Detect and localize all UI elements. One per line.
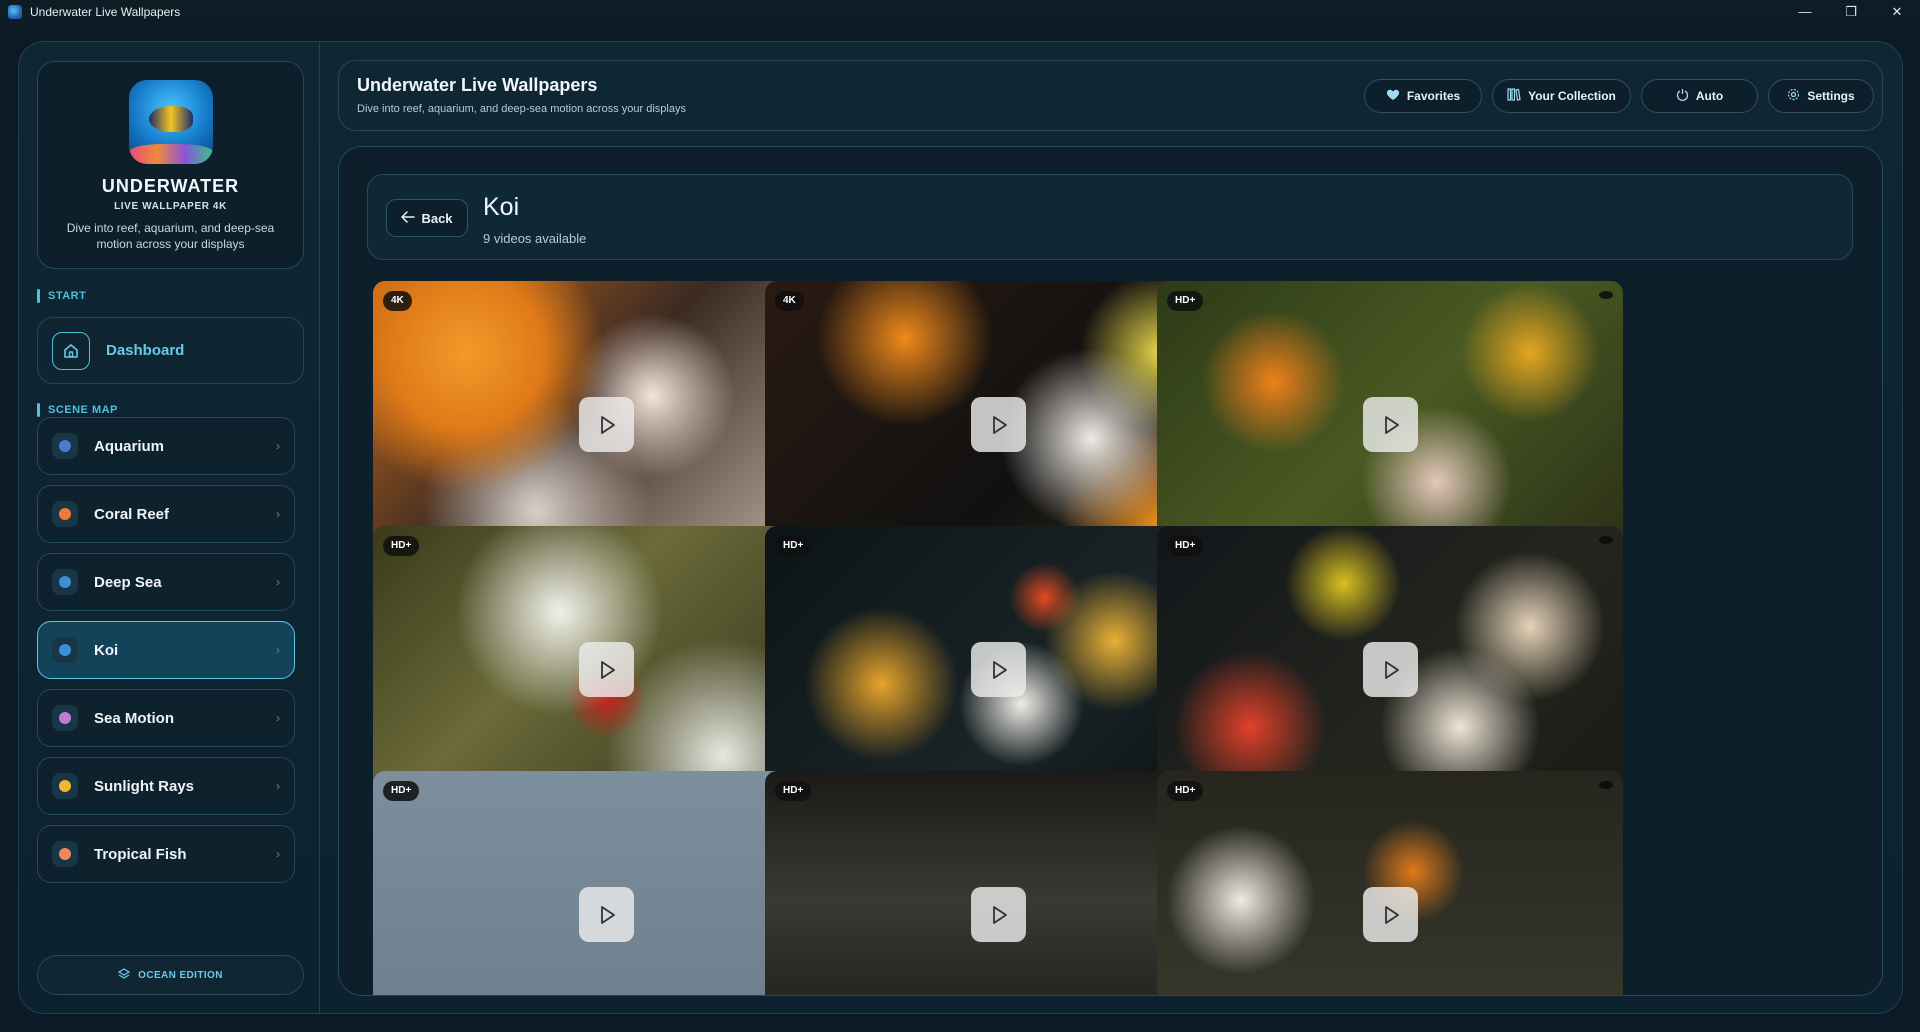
gear-icon — [1787, 88, 1800, 104]
sidebar-item-sunlight-rays[interactable]: Sunlight Rays › — [37, 757, 295, 815]
video-tile[interactable]: HD+ — [1157, 771, 1623, 995]
restore-icon[interactable]: ❐ — [1828, 0, 1874, 23]
deep-sea-icon — [52, 569, 78, 595]
play-icon[interactable] — [1363, 397, 1418, 452]
chevron-right-icon: › — [276, 643, 280, 657]
play-icon[interactable] — [579, 642, 634, 697]
quality-badge: HD+ — [383, 536, 420, 556]
settings-label: Settings — [1807, 89, 1855, 103]
sun-icon — [52, 773, 78, 799]
header-title: Underwater Live Wallpapers — [357, 75, 598, 95]
sidebar-item-label: Aquarium — [94, 437, 165, 455]
chevron-right-icon: › — [276, 439, 280, 453]
video-grid: 4K 4K HD+ HD+ HD+ HD+ HD+ HD+ HD+ — [373, 281, 1813, 995]
play-icon[interactable] — [1363, 642, 1418, 697]
play-icon[interactable] — [1363, 887, 1418, 942]
indicator-dot — [1599, 781, 1613, 789]
edition-label: OCEAN EDITION — [138, 969, 223, 981]
coral-icon — [52, 501, 78, 527]
quality-badge: 4K — [383, 291, 412, 311]
your-collection-button[interactable]: Your Collection — [1492, 79, 1631, 113]
logo-reef — [128, 144, 213, 164]
video-tile[interactable]: HD+ — [1157, 281, 1623, 568]
auto-label: Auto — [1695, 89, 1724, 103]
home-icon — [52, 331, 90, 370]
play-icon[interactable] — [971, 887, 1026, 942]
brand-card: UNDERWATER LIVE WALLPAPER 4K Dive into r… — [37, 61, 304, 269]
quality-badge: HD+ — [383, 781, 420, 801]
chevron-right-icon: › — [276, 507, 280, 521]
title-bar: Underwater Live Wallpapers — ❐ ✕ — [0, 0, 1920, 23]
play-icon[interactable] — [971, 397, 1026, 452]
quality-badge: HD+ — [775, 781, 812, 801]
dashboard-button[interactable]: Dashboard — [37, 317, 304, 384]
quality-badge: HD+ — [1167, 781, 1204, 801]
quality-badge: HD+ — [775, 536, 812, 556]
section-start: START — [37, 289, 86, 303]
ocean-edition-button[interactable]: OCEAN EDITION — [37, 955, 304, 995]
indicator-dot — [1599, 291, 1613, 299]
sidebar-item-label: Koi — [94, 641, 119, 659]
video-count: 9 videos available — [483, 231, 587, 246]
settings-button[interactable]: Settings — [1768, 79, 1874, 113]
app-icon — [8, 4, 22, 19]
header-subtitle: Dive into reef, aquarium, and deep-sea m… — [357, 103, 686, 115]
video-tile[interactable]: HD+ — [1157, 526, 1623, 813]
app-frame: UNDERWATER LIVE WALLPAPER 4K Dive into r… — [18, 41, 1903, 1014]
play-icon[interactable] — [971, 642, 1026, 697]
chevron-right-icon: › — [276, 711, 280, 725]
badge-icon — [118, 967, 131, 983]
favorites-label: Favorites — [1406, 89, 1461, 103]
window-controls: — ❐ ✕ — [1782, 0, 1920, 23]
koi-icon — [52, 637, 78, 663]
quality-badge: 4K — [775, 291, 804, 311]
header-card: Underwater Live Wallpapers Dive into ree… — [338, 60, 1883, 131]
sidebar-item-deep-sea[interactable]: Deep Sea › — [37, 553, 295, 611]
brand-subtitle: LIVE WALLPAPER 4K — [114, 201, 227, 212]
chevron-right-icon: › — [276, 575, 280, 589]
play-icon[interactable] — [579, 397, 634, 452]
sidebar-item-aquarium[interactable]: Aquarium › — [37, 417, 295, 475]
sidebar: UNDERWATER LIVE WALLPAPER 4K Dive into r… — [19, 42, 320, 1013]
brand-description: Dive into reef, aquarium, and deep-sea m… — [66, 221, 275, 251]
window-title: Underwater Live Wallpapers — [30, 4, 181, 19]
close-icon[interactable]: ✕ — [1874, 0, 1920, 23]
chevron-right-icon: › — [276, 847, 280, 861]
dashboard-label: Dashboard — [106, 342, 185, 359]
section-scene-map: SCENE MAP — [37, 403, 118, 417]
quality-badge: HD+ — [1167, 291, 1204, 311]
favorites-button[interactable]: Favorites — [1364, 79, 1482, 113]
library-icon — [1507, 88, 1521, 104]
sidebar-item-label: Deep Sea — [94, 573, 162, 591]
sidebar-item-sea-motion[interactable]: Sea Motion › — [37, 689, 295, 747]
logo-fish — [148, 106, 193, 132]
sidebar-item-label: Coral Reef — [94, 505, 170, 523]
sea-motion-icon — [52, 705, 78, 731]
category-header: Back Koi 9 videos available — [367, 174, 1853, 260]
back-label: Back — [421, 210, 453, 226]
power-icon — [1676, 88, 1689, 104]
auto-button[interactable]: Auto — [1641, 79, 1758, 113]
category-title: Koi — [483, 193, 520, 221]
aquarium-icon — [52, 433, 78, 459]
arrow-left-icon — [401, 210, 416, 226]
sidebar-item-koi[interactable]: Koi › — [37, 621, 295, 679]
chevron-right-icon: › — [276, 779, 280, 793]
quality-badge: HD+ — [1167, 536, 1204, 556]
content-card: Back Koi 9 videos available 4K 4K HD+ HD+ HD… — [338, 146, 1883, 996]
heart-icon — [1386, 88, 1400, 104]
play-icon[interactable] — [579, 887, 634, 942]
back-button[interactable]: Back — [386, 199, 468, 237]
brand-logo — [128, 80, 213, 164]
sidebar-item-tropical-fish[interactable]: Tropical Fish › — [37, 825, 295, 883]
collection-label: Your Collection — [1528, 89, 1616, 103]
sidebar-item-label: Sunlight Rays — [94, 777, 195, 795]
sidebar-item-coral-reef[interactable]: Coral Reef › — [37, 485, 295, 543]
brand-title: UNDERWATER — [101, 176, 240, 196]
minimize-icon[interactable]: — — [1782, 0, 1828, 23]
sidebar-item-label: Sea Motion — [94, 709, 175, 727]
sidebar-item-label: Tropical Fish — [94, 845, 187, 863]
indicator-dot — [1599, 536, 1613, 544]
tropical-fish-icon — [52, 841, 78, 867]
